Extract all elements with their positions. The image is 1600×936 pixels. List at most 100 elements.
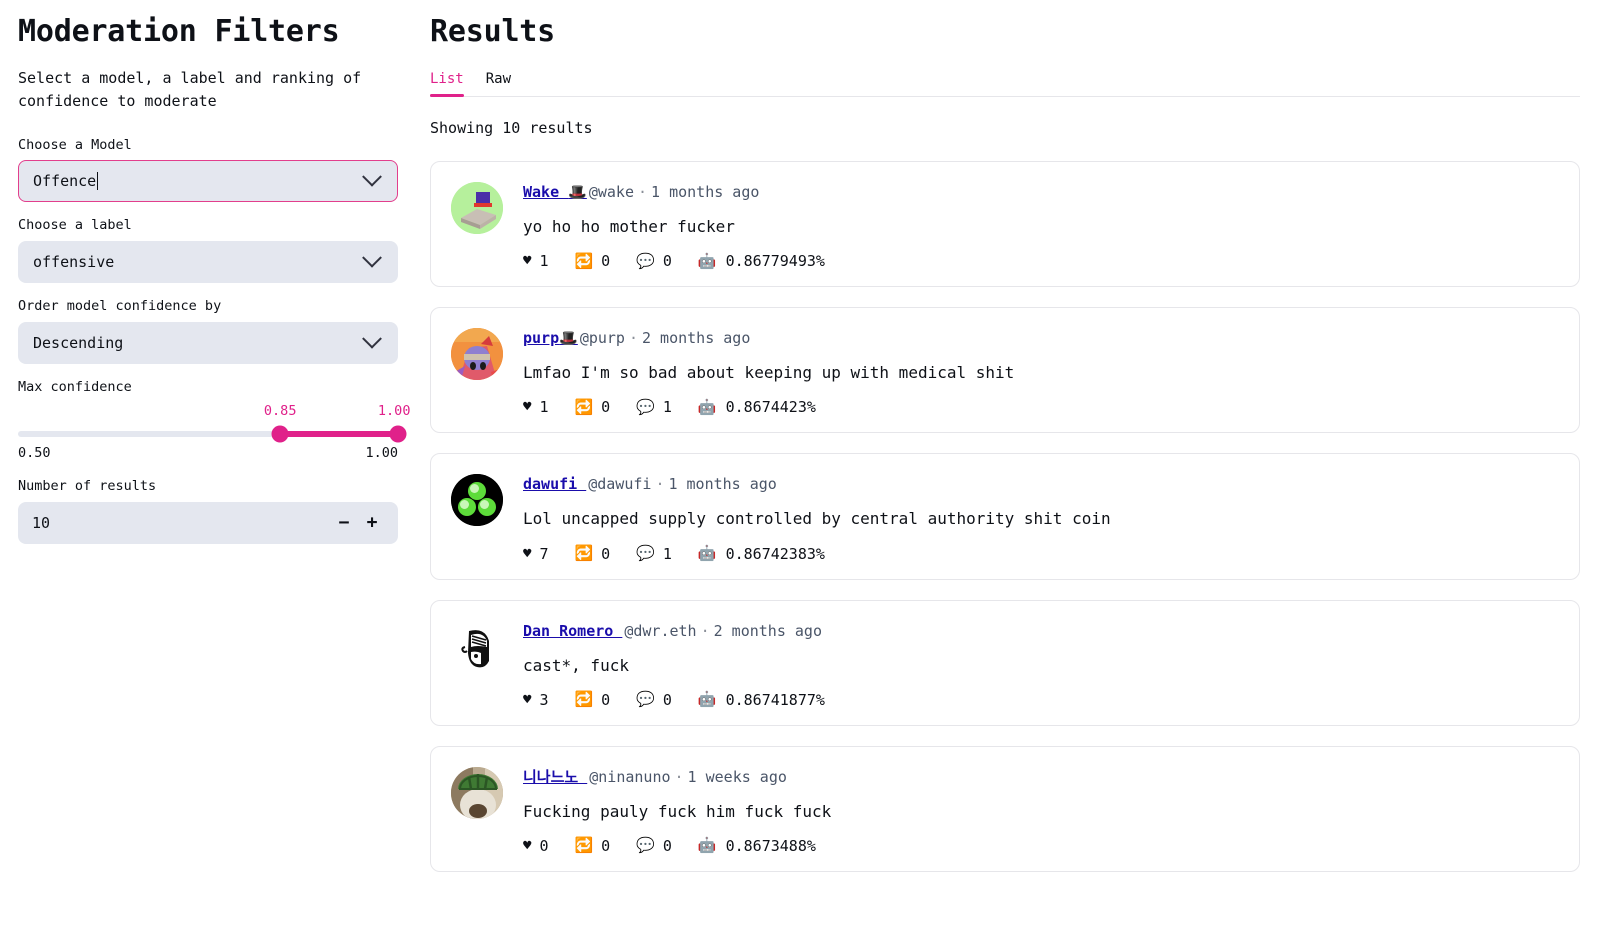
moderation-filters-sidebar: Moderation Filters Select a model, a lab…: [0, 0, 418, 936]
slider-max-bound: 1.00: [365, 445, 398, 462]
recast-count: 0: [601, 836, 611, 855]
model-field: Choose a Model Offence: [18, 136, 398, 203]
recast-count: 0: [601, 690, 611, 709]
robot-icon: 🤖: [697, 544, 717, 563]
app-root: Moderation Filters Select a model, a lab…: [0, 0, 1600, 936]
author-handle: @wake: [588, 183, 634, 201]
comment-count: 1: [662, 544, 672, 563]
bottom-fade: [418, 910, 1600, 936]
recast-stat[interactable]: 🔁 0: [574, 545, 610, 563]
comment-count: 0: [662, 252, 672, 271]
card-body: purp🎩 @purp · 2 months ago Lmfao I'm so bad…: [523, 326, 1559, 416]
confidence-stat: 🤖 0.86779493%: [698, 252, 825, 270]
result-card[interactable]: Dan Romero @dwr.eth · 2 months ago cast*, …: [430, 599, 1580, 726]
robot-icon: 🤖: [697, 251, 717, 270]
avatar: [451, 474, 503, 527]
recast-stat[interactable]: 🔁 0: [574, 691, 610, 709]
recycle-icon: 🔁: [574, 690, 594, 709]
author-name[interactable]: dawufi: [523, 475, 586, 493]
author-handle: @purp: [579, 329, 625, 348]
cast-text: Fucking pauly fuck him fuck fuck: [523, 801, 832, 821]
results-title: Results: [430, 14, 556, 49]
comment-count: 0: [662, 690, 672, 709]
results-tabs: List Raw: [430, 71, 1580, 97]
chevron-down-icon[interactable]: [362, 167, 382, 188]
cast-text: yo ho ho mother fucker: [523, 217, 735, 236]
slider-low-value: 0.85: [263, 403, 297, 420]
results-count-value[interactable]: 10: [32, 514, 330, 532]
model-field-label: Choose a Model: [18, 136, 132, 153]
tab-list[interactable]: List: [430, 71, 464, 97]
card-meta: Dan Romero @dwr.eth · 2 months ago: [523, 621, 1559, 642]
author-name[interactable]: Wake: [523, 183, 568, 201]
slider-handle-low[interactable]: [271, 425, 289, 443]
card-meta: dawufi @dawufi · 1 months ago: [523, 474, 1559, 495]
top-hat-icon: 🎩: [559, 329, 578, 348]
result-card[interactable]: Wake 🎩 @wake · 1 months ago yo ho ho mother…: [430, 161, 1580, 288]
avatar: [451, 766, 503, 819]
label-select[interactable]: offensive: [18, 241, 398, 284]
like-stat[interactable]: ♥ 1: [523, 398, 548, 416]
meta-separator: ·: [638, 183, 648, 201]
confidence-value: 0.86742383%: [725, 544, 825, 563]
heart-icon: ♥: [523, 399, 532, 416]
result-card[interactable]: purp🎩 @purp · 2 months ago Lmfao I'm so bad…: [430, 307, 1580, 434]
cast-text: Lol uncapped supply controlled by centra…: [523, 509, 1111, 529]
recycle-icon: 🔁: [574, 836, 594, 855]
order-field: Order model confidence by Descending: [18, 297, 398, 365]
tab-raw[interactable]: Raw: [486, 71, 511, 96]
slider-handle-high[interactable]: [389, 425, 407, 443]
like-stat[interactable]: ♥ 0: [523, 837, 548, 855]
results-panel: Results List Raw Showing 10 results Wake…: [418, 0, 1600, 936]
confidence-stat: 🤖 0.86741877%: [698, 691, 825, 709]
heart-icon: ♥: [523, 545, 532, 562]
results-count-label: Number of results: [18, 478, 157, 495]
card-stats: ♥ 0 🔁 0 💬 0 🤖 0.8673488%: [523, 837, 1559, 855]
comment-stat[interactable]: 💬 0: [636, 252, 672, 270]
decrement-button[interactable]: −: [330, 509, 358, 537]
card-meta: 니나느노 @ninanuno · 1 weeks ago: [523, 767, 1559, 788]
model-select[interactable]: Offence: [18, 160, 398, 203]
recast-count: 0: [601, 398, 611, 417]
chevron-down-icon[interactable]: [362, 248, 382, 268]
comment-stat[interactable]: 💬 1: [636, 398, 672, 416]
like-count: 0: [539, 836, 549, 855]
confidence-value: 0.86741877%: [725, 690, 825, 709]
recast-stat[interactable]: 🔁 0: [574, 398, 610, 416]
card-body: dawufi @dawufi · 1 months ago Lol uncapped…: [523, 472, 1559, 562]
like-stat[interactable]: ♥ 7: [523, 545, 548, 563]
recast-stat[interactable]: 🔁 0: [574, 252, 610, 270]
chevron-down-icon[interactable]: [362, 329, 382, 349]
speech-balloon-icon: 💬: [636, 251, 655, 270]
recast-stat[interactable]: 🔁 0: [574, 837, 610, 855]
increment-button[interactable]: +: [358, 509, 386, 537]
meta-separator: ·: [700, 621, 710, 640]
result-card[interactable]: dawufi @dawufi · 1 months ago Lol uncapped…: [430, 453, 1580, 580]
author-name[interactable]: Dan Romero: [523, 622, 622, 640]
results-count-stepper[interactable]: 10 − +: [18, 501, 398, 544]
like-stat[interactable]: ♥ 1: [523, 252, 548, 270]
results-count-field: Number of results 10 − +: [18, 477, 398, 544]
robot-icon: 🤖: [697, 836, 717, 855]
comment-stat[interactable]: 💬 0: [636, 837, 672, 855]
showing-count: Showing 10 results: [430, 119, 593, 137]
heart-icon: ♥: [523, 837, 532, 854]
order-select-value: Descending: [33, 334, 124, 353]
comment-stat[interactable]: 💬 0: [636, 691, 672, 709]
like-count: 3: [539, 690, 549, 709]
author-name[interactable]: 니나느노: [523, 768, 587, 786]
timestamp: 2 months ago: [713, 621, 822, 640]
comment-stat[interactable]: 💬 1: [636, 545, 672, 563]
confidence-slider-track[interactable]: [18, 425, 407, 443]
confidence-stat: 🤖 0.86742383%: [698, 545, 825, 563]
confidence-value: 0.8673488%: [725, 836, 816, 855]
robot-icon: 🤖: [697, 397, 717, 416]
cast-text: cast*, fuck: [523, 655, 629, 675]
order-select[interactable]: Descending: [18, 322, 398, 365]
author-name[interactable]: purp: [523, 329, 559, 347]
speech-balloon-icon: 💬: [636, 397, 655, 416]
timestamp: 1 months ago: [651, 183, 760, 201]
like-stat[interactable]: ♥ 3: [523, 691, 548, 709]
card-stats: ♥ 1 🔁 0 💬 1 🤖 0.8674423%: [523, 398, 1559, 416]
result-card[interactable]: 니나느노 @ninanuno · 1 weeks ago Fucking pauly…: [430, 745, 1580, 872]
